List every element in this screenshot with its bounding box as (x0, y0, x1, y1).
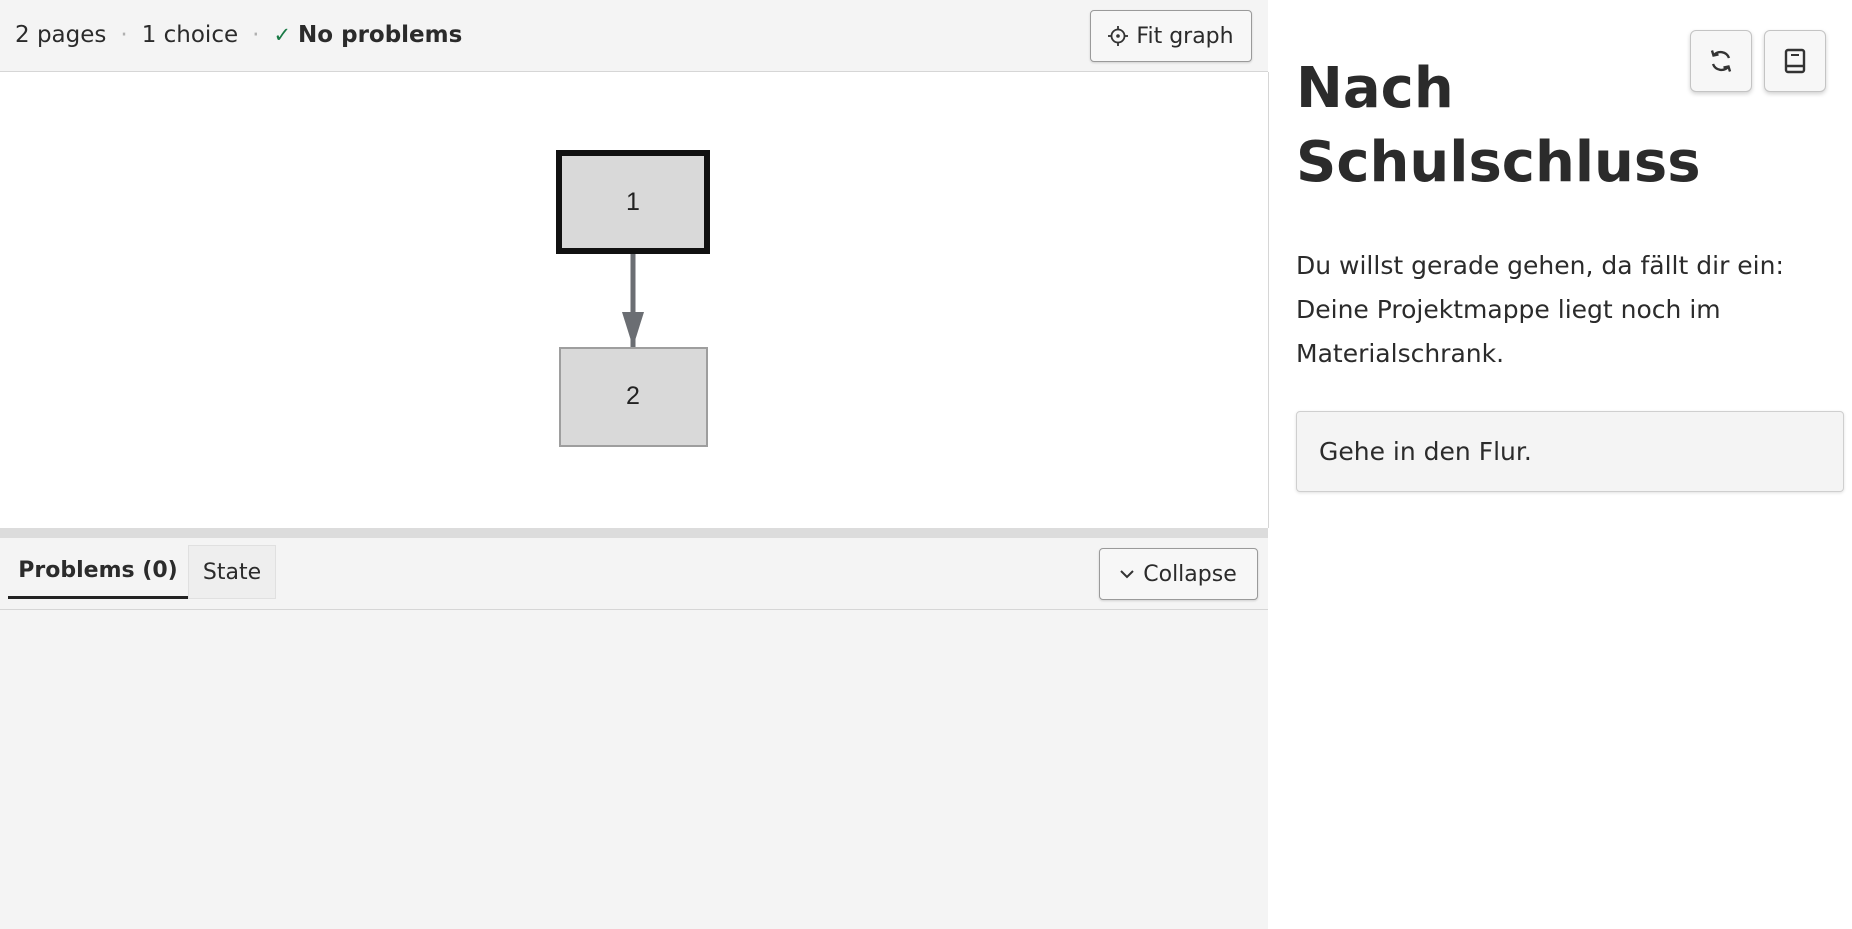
graph-canvas[interactable]: 1 2 (0, 72, 1268, 528)
graph-toolbar: 2 pages · 1 choice · ✓ No problems Fit g… (0, 0, 1268, 72)
title-line: Schulschluss (1296, 130, 1701, 195)
separator: · (120, 22, 128, 48)
node-label: 2 (626, 382, 640, 410)
separator: · (252, 22, 260, 48)
graph-node-2[interactable]: 2 (559, 347, 708, 447)
collapse-label: Collapse (1143, 561, 1237, 587)
tab-problems[interactable]: Problems (0) (8, 545, 188, 599)
chevron-down-icon (1120, 570, 1134, 579)
fit-graph-button[interactable]: Fit graph (1090, 10, 1252, 62)
problems-status: No problems (298, 22, 463, 48)
problems-panel (0, 610, 1268, 929)
title-line: Nach (1296, 56, 1454, 121)
page-body-text: Du willst gerade gehen, da fällt dir ein… (1296, 251, 1784, 368)
graph-node-1[interactable]: 1 (556, 150, 710, 254)
page-title: Nach Schulschluss (1296, 52, 1716, 200)
check-icon: ✓ (273, 23, 292, 47)
tab-state[interactable]: State (188, 545, 276, 599)
choices-count: 1 choice (141, 22, 239, 48)
story-book-button[interactable] (1764, 30, 1826, 92)
book-icon (1784, 48, 1806, 74)
choice-label: Gehe in den Flur. (1319, 437, 1532, 466)
graph-edge (622, 252, 644, 354)
story-graph[interactable]: 1 2 (0, 72, 1269, 528)
story-stats: 2 pages · 1 choice · ✓ No problems (15, 22, 462, 48)
crosshair-icon (1108, 26, 1129, 46)
pages-count: 2 pages (15, 22, 107, 48)
node-label: 1 (626, 188, 640, 216)
fit-graph-label: Fit graph (1136, 23, 1234, 49)
collapse-button[interactable]: Collapse (1099, 548, 1258, 600)
panel-resize-handle[interactable] (0, 528, 1268, 538)
choice-button[interactable]: Gehe in den Flur. (1296, 411, 1844, 492)
